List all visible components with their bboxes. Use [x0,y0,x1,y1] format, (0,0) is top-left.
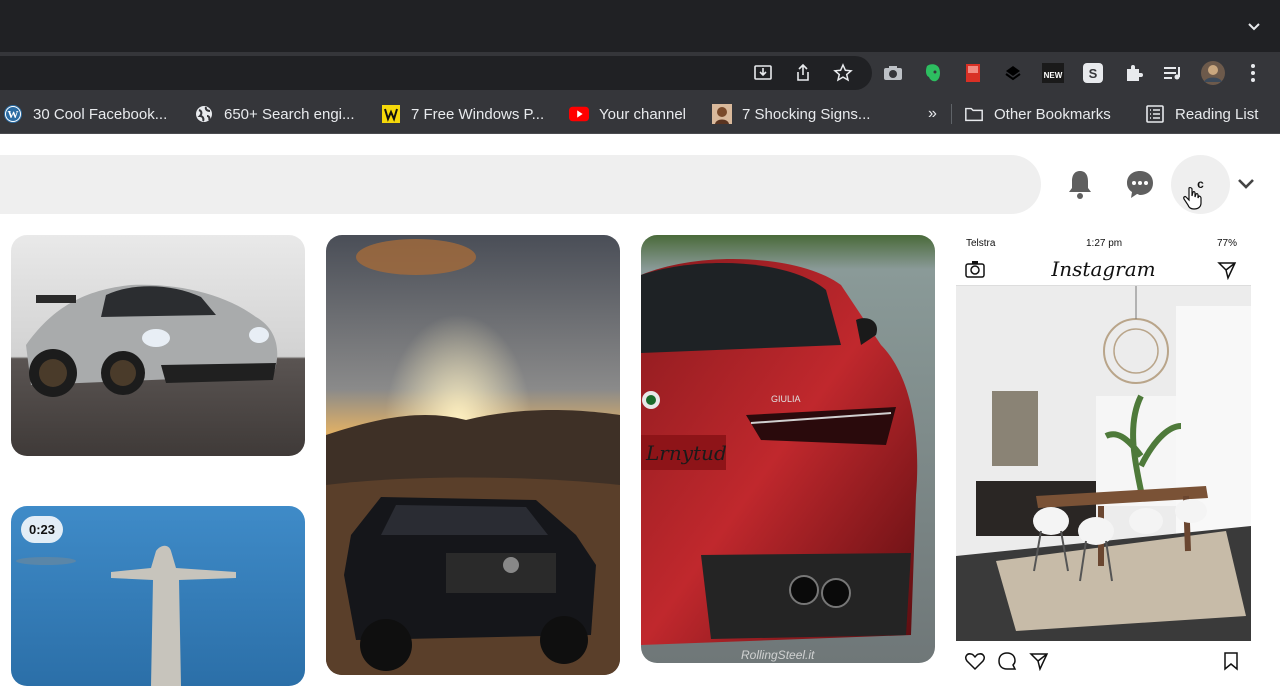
suv-sunset-image [326,235,620,675]
bookmarks-divider [951,104,952,124]
bookmark-label: 7 Shocking Signs... [742,105,871,123]
pin-card[interactable] [326,235,620,675]
bookmark-label: 650+ Search engi... [224,105,355,123]
reading-list-label: Reading List [1175,105,1259,123]
pin-card-video[interactable]: 0:23 [11,506,305,686]
dining-room-photo [956,286,1251,641]
search-input[interactable] [0,155,1041,214]
instagram-logo-text: Instagram [1051,257,1156,281]
phone-time: 1:27 pm [1086,238,1123,249]
bookmark-label: 30 Cool Facebook... [33,105,168,123]
heart-icon [965,653,985,671]
browser-toolbar: NEW S [0,52,1280,94]
layers-extension-icon[interactable] [1001,61,1025,85]
share-plane-icon [1029,653,1049,671]
carrier-label: Telstra [966,238,996,249]
bookmark-item[interactable]: W 30 Cool Facebook... [3,102,167,126]
pin-card[interactable]: Lrnytud GIULIA RollingSteel.it [641,235,935,663]
media-control-icon[interactable] [1161,61,1185,85]
bookmark-label: Your channel [599,105,687,123]
chrome-menu-icon[interactable] [1241,61,1265,85]
person-photo-icon [712,104,732,124]
car-model-badge: GIULIA [771,394,801,404]
wordpress-icon: W [3,104,23,124]
globe-icon [194,104,214,124]
wp-logo-icon [381,104,401,124]
svg-text:S: S [1089,66,1098,81]
red-sedan-image: Lrnytud GIULIA RollingSteel.it [641,235,935,663]
s-extension-icon[interactable]: S [1081,61,1105,85]
browser-tab-strip [0,0,1280,52]
reading-list-button[interactable]: Reading List [1145,102,1258,126]
new-badge-extension-icon[interactable]: NEW [1041,61,1065,85]
youtube-icon [569,104,589,124]
tab-search-chevron-icon[interactable] [1244,16,1264,36]
svg-text:W: W [8,109,19,121]
pin-card[interactable] [11,235,305,456]
evernote-icon[interactable] [921,61,945,85]
bookmark-item[interactable]: Your channel [569,102,686,126]
book-extension-icon[interactable] [961,61,985,85]
bookmark-label: 7 Free Windows P... [411,105,545,123]
bookmarks-bar: W 30 Cool Facebook... 650+ Search engi..… [0,94,1280,134]
pin-card-instagram[interactable]: Telstra 1:27 pm 77% Instagram [956,235,1251,675]
phone-status-bar: Telstra 1:27 pm 77% [956,235,1251,252]
new-badge-text: NEW [1044,71,1063,80]
bookmark-star-icon[interactable] [831,61,855,85]
bookmark-item[interactable]: 7 Free Windows P... [381,102,544,126]
battery-label: 77% [1216,238,1237,249]
instagram-action-bar [956,641,1251,671]
folder-icon [964,104,984,124]
other-bookmarks-folder[interactable]: Other Bookmarks [964,102,1111,126]
bookmark-item[interactable]: 650+ Search engi... [194,102,355,126]
direct-message-icon [1217,262,1237,280]
camera-extension-icon[interactable] [881,61,905,85]
bookmark-item[interactable]: 7 Shocking Signs... [712,102,870,126]
hand-cursor-icon [1183,186,1202,210]
account-dropdown-chevron-icon[interactable] [1226,164,1266,204]
instagram-header: Instagram [956,252,1251,286]
share-icon[interactable] [791,61,815,85]
sports-car-image [11,235,305,456]
messages-chat-icon[interactable] [1120,164,1160,204]
license-plate-text: Lrnytud [645,441,727,465]
extensions-puzzle-icon[interactable] [1121,61,1145,85]
overflow-chevron-icon: » [928,105,937,122]
address-bar[interactable] [0,56,872,90]
other-bookmarks-label: Other Bookmarks [994,105,1111,123]
profile-avatar-icon[interactable] [1200,61,1226,85]
video-duration-badge: 0:23 [21,516,64,543]
notifications-bell-icon[interactable] [1060,164,1100,204]
bookmarks-overflow-button[interactable]: » [928,102,937,126]
reading-list-icon [1145,104,1165,124]
comment-icon [998,652,1017,670]
watermark-text: RollingSteel.it [741,648,815,662]
install-app-icon[interactable] [751,61,775,85]
save-bookmark-icon [1224,652,1238,671]
